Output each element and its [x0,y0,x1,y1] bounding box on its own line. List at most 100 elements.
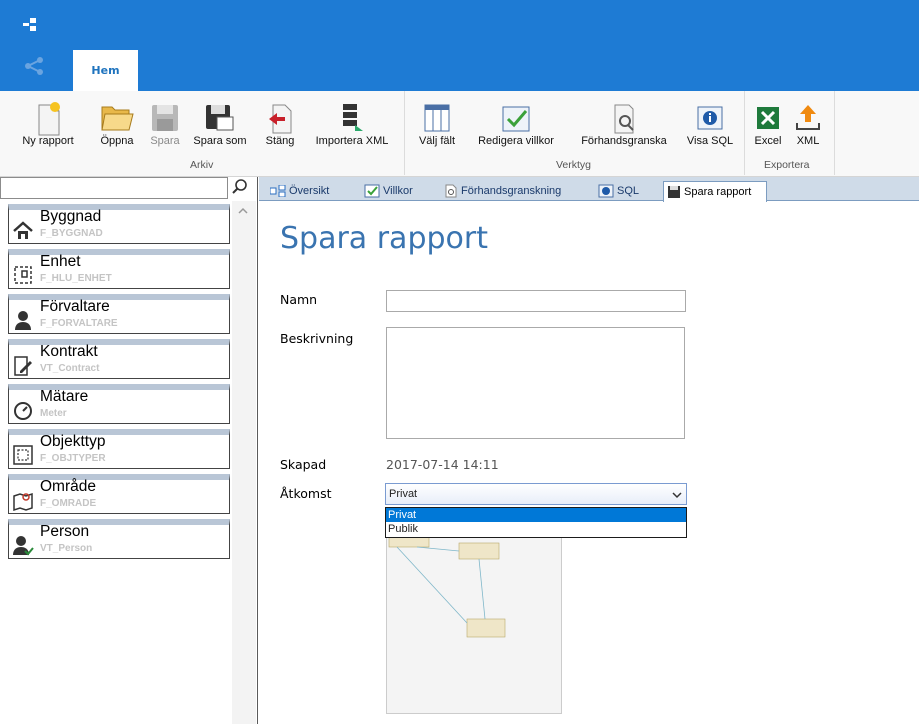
preview-button[interactable]: Förhandsgranska [570,97,678,147]
name-label: Namn [280,292,318,307]
tab-sql[interactable]: SQL [595,181,647,201]
export-xml-button[interactable]: XML [790,97,826,147]
contract-icon [14,356,32,376]
choose-fields-button[interactable]: Välj fält [410,97,464,147]
preview-icon [445,184,457,198]
sql-info-icon [598,184,614,198]
area-map-icon [13,492,33,512]
list-item-subtitle: F_HLU_ENHET [40,273,112,284]
list-item-omrade[interactable]: Område F_OMRADE [8,474,230,514]
ribbon-tab-home[interactable]: Hem [73,50,138,91]
list-item-title: Förvaltare [40,298,110,315]
list-item-subtitle: F_OMRADE [40,498,97,509]
list-item-subtitle: F_OBJTYPER [40,453,106,464]
check-icon [364,184,380,198]
group-label-verktyg: Verktyg [556,159,592,171]
tab-villkor[interactable]: Villkor [361,181,419,201]
name-input[interactable] [386,290,686,312]
chevron-down-icon [672,492,682,499]
list-item-subtitle: F_FORVALTARE [40,318,118,329]
description-input[interactable] [386,327,685,439]
new-report-button[interactable]: Ny rapport [10,97,86,147]
meter-icon [14,402,32,420]
group-separator [834,91,835,175]
description-label: Beskrivning [280,331,354,346]
group-label-exportera: Exportera [764,159,810,171]
group-separator [744,91,745,175]
close-report-button[interactable]: Stäng [258,97,302,147]
access-label: Åtkomst [280,486,332,501]
list-item-title: Kontrakt [40,343,98,360]
list-item-byggnad[interactable]: Byggnad F_BYGGNAD [8,204,230,244]
list-item-title: Område [40,478,96,495]
group-label-arkiv: Arkiv [190,159,214,171]
tab-forhandsgranskning[interactable]: Förhandsgranskning [441,181,577,201]
list-item-enhet[interactable]: Enhet F_HLU_ENHET [8,249,230,289]
list-item-objekttyp[interactable]: Objekttyp F_OBJTYPER [8,429,230,469]
list-item-title: Enhet [40,253,81,270]
list-item-title: Byggnad [40,208,102,225]
save-as-button[interactable]: Spara som [188,97,252,147]
save-button[interactable]: Spara [146,97,184,147]
table-list-pane: Byggnad F_BYGGNAD Enhet F_HLU_ENHET Förv… [0,177,258,724]
app-logo-icon [23,18,36,31]
new-report-icon [38,102,60,136]
created-value: 2017-07-14 14:11 [386,457,499,472]
house-icon [13,221,33,239]
object-type-icon [13,445,33,465]
import-xml-button[interactable]: Importera XML [306,97,398,147]
list-item-subtitle: Meter [40,408,67,419]
main-content: Översikt Villkor Förhandsgranskning SQL … [259,177,919,724]
group-separator [404,91,405,175]
tab-spara-rapport[interactable]: Spara rapport [663,181,767,202]
close-report-icon [269,104,292,134]
access-selected-value: Privat [389,488,418,500]
list-item-title: Person [40,523,90,540]
title-bar: Hem [0,0,919,91]
list-item-forvaltare[interactable]: Förvaltare F_FORVALTARE [8,294,230,334]
list-item-subtitle: F_BYGGNAD [40,228,103,239]
show-sql-icon [697,106,723,130]
preview-magnifier-icon [614,104,634,134]
floorplan-icon [14,266,32,284]
list-item-title: Objekttyp [40,433,106,450]
manager-icon [15,311,31,330]
app-window: Hem Ny rapport Öppna Spara Spara som Stä… [0,0,919,724]
upload-xml-icon [796,105,820,130]
ribbon-toolbar: Ny rapport Öppna Spara Spara som Stäng I… [0,91,919,177]
list-item-person[interactable]: Person VT_Person [8,519,230,559]
access-select[interactable]: Privat [385,483,687,505]
edit-conditions-icon [502,106,530,132]
content-tabs: Översikt Villkor Förhandsgranskning SQL … [259,177,919,202]
export-excel-button[interactable]: Excel [750,97,786,147]
open-button[interactable]: Öppna [92,97,142,147]
access-dropdown-list: Privat Publik [385,507,687,538]
list-item-subtitle: VT_Person [40,543,93,554]
import-xml-icon [343,104,363,131]
list-item-matare[interactable]: Mätare Meter [8,384,230,424]
tab-oversikt[interactable]: Översikt [267,181,349,201]
list-item-title: Mätare [40,388,89,405]
edit-conditions-button[interactable]: Redigera villkor [468,97,564,147]
diagram-thumbnail [388,532,506,638]
list-item-kontrakt[interactable]: Kontrakt VT_Contract [8,339,230,379]
access-option-privat[interactable]: Privat [386,508,686,522]
folder-open-icon [101,106,134,131]
list-item-subtitle: VT_Contract [40,363,100,374]
search-icon[interactable] [230,177,250,197]
created-label: Skapad [280,457,327,472]
share-back-icon[interactable] [22,54,46,78]
scroll-up-icon[interactable] [235,205,251,217]
save-disk-icon [152,105,178,131]
scrollbar[interactable] [232,201,256,724]
report-diagram-preview [386,522,562,714]
show-sql-button[interactable]: Visa SQL [684,97,736,147]
page-title: Spara rapport [280,221,488,256]
person-icon [13,536,34,556]
excel-icon [757,107,779,129]
search-input[interactable] [0,177,228,199]
save-as-icon [206,105,234,131]
overview-icon [270,185,286,197]
choose-fields-icon [424,104,450,132]
access-option-publik[interactable]: Publik [386,522,686,536]
